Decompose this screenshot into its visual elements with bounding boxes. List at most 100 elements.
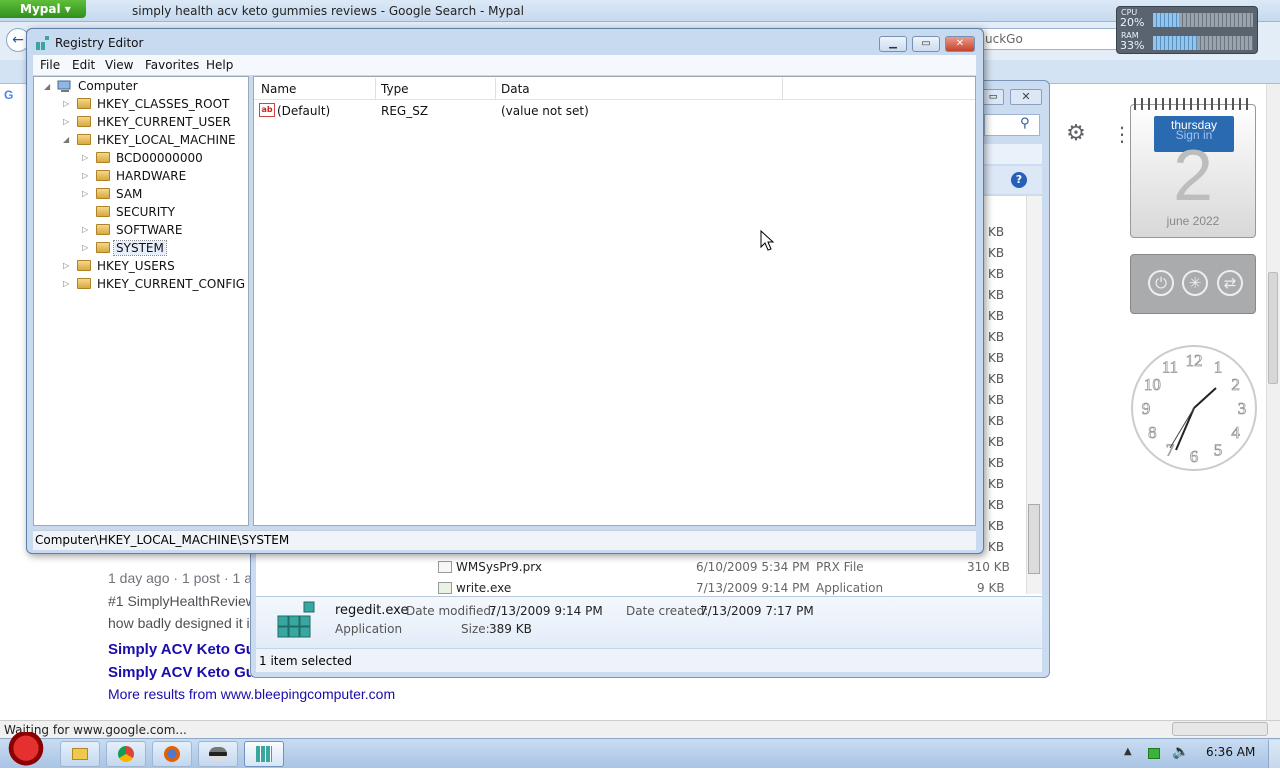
menu-favorites[interactable]: Favorites bbox=[145, 58, 199, 72]
value-name[interactable]: (Default) bbox=[277, 104, 330, 118]
details-modified-value: 7/13/2009 9:14 PM bbox=[489, 604, 603, 618]
column-separator[interactable] bbox=[782, 78, 783, 100]
expand-arrow-icon[interactable]: ▷ bbox=[82, 225, 88, 234]
analog-clock-gadget[interactable]: 12 12 3 45678 9 1011 bbox=[1130, 344, 1258, 472]
folder-icon bbox=[96, 242, 110, 253]
volume-icon[interactable]: 🔈 bbox=[1172, 744, 1189, 760]
result-sublink-2[interactable]: Simply ACV Keto Gur bbox=[108, 664, 261, 681]
file-date: 7/13/2009 9:14 PM bbox=[696, 581, 810, 595]
registry-values-pane[interactable] bbox=[253, 76, 976, 526]
tree-node-system[interactable]: SYSTEM bbox=[113, 240, 167, 256]
explorer-close-button[interactable]: ✕ bbox=[1010, 89, 1042, 105]
tree-node-bcd[interactable]: BCD00000000 bbox=[116, 151, 203, 165]
browser-status-bar: Waiting for www.google.com... bbox=[0, 720, 1280, 738]
ram-meter-empty bbox=[1197, 36, 1253, 50]
tree-node-hkcu[interactable]: HKEY_CURRENT_USER bbox=[97, 115, 231, 129]
menu-help[interactable]: Help bbox=[206, 58, 233, 72]
tree-node-hkcc[interactable]: HKEY_CURRENT_CONFIG bbox=[97, 277, 245, 291]
more-results-link[interactable]: More results from www.bleepingcomputer.c… bbox=[108, 686, 395, 702]
expand-arrow-icon[interactable]: ▷ bbox=[82, 171, 88, 180]
calendar-month: june 2022 bbox=[1166, 214, 1220, 228]
tree-node-hklm[interactable]: HKEY_LOCAL_MACHINE bbox=[97, 133, 236, 147]
power-icon[interactable]: ⏻ bbox=[1148, 270, 1174, 296]
taskbar-regedit-button[interactable] bbox=[244, 741, 284, 767]
maximize-button[interactable]: ▭ bbox=[912, 36, 940, 52]
start-button[interactable] bbox=[2, 732, 50, 768]
folder-icon bbox=[96, 170, 110, 181]
file-size-unit: KB bbox=[988, 414, 1005, 428]
file-size-unit: KB bbox=[988, 393, 1005, 407]
folder-icon bbox=[96, 188, 110, 199]
tree-node-sam[interactable]: SAM bbox=[116, 187, 142, 201]
page-scrollbar[interactable] bbox=[1266, 84, 1280, 720]
column-header-name[interactable]: Name bbox=[261, 82, 296, 96]
file-size-unit: KB bbox=[988, 540, 1005, 554]
file-name[interactable]: write.exe bbox=[456, 581, 511, 595]
tray-expand-icon[interactable]: ▲ bbox=[1124, 746, 1132, 757]
tree-node-hardware[interactable]: HARDWARE bbox=[116, 169, 186, 183]
search-bar-text: uckGo bbox=[985, 32, 1023, 46]
expand-arrow-icon[interactable]: ▷ bbox=[63, 117, 69, 126]
expand-arrow-icon[interactable]: ▷ bbox=[63, 279, 69, 288]
result-sublink-1[interactable]: Simply ACV Keto Gur bbox=[108, 641, 261, 658]
expand-arrow-icon[interactable]: ▷ bbox=[82, 243, 88, 252]
explorer-search-field[interactable] bbox=[984, 114, 1040, 136]
tree-node-computer[interactable]: Computer bbox=[78, 79, 138, 93]
back-arrow-icon: ← bbox=[12, 32, 24, 48]
folder-icon bbox=[77, 278, 91, 289]
taskbar bbox=[0, 738, 1280, 768]
taskbar-explorer-button[interactable] bbox=[60, 741, 100, 767]
file-type: Application bbox=[816, 581, 884, 595]
tree-node-label: BCD00000000 bbox=[116, 151, 203, 165]
clock-numeral: 3 bbox=[1238, 399, 1247, 418]
tree-node-software[interactable]: SOFTWARE bbox=[116, 223, 182, 237]
gear-icon[interactable]: ⚙ bbox=[1064, 122, 1088, 146]
explorer-scroll-thumb[interactable] bbox=[1028, 504, 1040, 574]
file-size-unit: KB bbox=[988, 288, 1005, 302]
switch-user-icon[interactable]: ⇄ bbox=[1217, 270, 1243, 296]
tree-node-security[interactable]: SECURITY bbox=[116, 205, 175, 219]
show-desktop-button[interactable] bbox=[1268, 740, 1280, 768]
expand-arrow-icon[interactable]: ▷ bbox=[82, 189, 88, 198]
expand-arrow-icon[interactable]: ▷ bbox=[63, 99, 69, 108]
page-scroll-thumb[interactable] bbox=[1268, 272, 1278, 384]
minimize-button[interactable]: ▁ bbox=[879, 36, 907, 52]
close-button[interactable]: ✕ bbox=[945, 36, 975, 52]
horizontal-scrollbar[interactable] bbox=[1172, 722, 1268, 736]
menu-view[interactable]: View bbox=[105, 58, 133, 72]
expand-arrow-icon[interactable]: ▷ bbox=[82, 153, 88, 162]
tree-node-hku[interactable]: HKEY_USERS bbox=[97, 259, 175, 273]
file-size-unit: KB bbox=[988, 330, 1005, 344]
tree-node-hkcr[interactable]: HKEY_CLASSES_ROOT bbox=[97, 97, 229, 111]
menu-edit[interactable]: Edit bbox=[72, 58, 95, 72]
clock-numeral: 5 bbox=[1214, 441, 1223, 460]
file-name[interactable]: WMSysPr9.prx bbox=[456, 560, 542, 574]
search-bar[interactable]: uckGo bbox=[980, 28, 1136, 50]
column-header-data[interactable]: Data bbox=[501, 82, 530, 96]
search-icon[interactable]: ⚲ bbox=[1020, 116, 1030, 131]
column-separator[interactable] bbox=[495, 78, 496, 100]
column-separator[interactable] bbox=[375, 78, 376, 100]
collapse-arrow-icon[interactable]: ◢ bbox=[63, 135, 69, 144]
tree-node-label: HKEY_USERS bbox=[97, 259, 175, 273]
taskbar-chrome-button[interactable] bbox=[106, 741, 146, 767]
cpu-meter-gadget[interactable]: CPU 20% RAM 33% bbox=[1116, 6, 1258, 54]
file-size-unit: KB bbox=[988, 498, 1005, 512]
registry-key-path: Computer\HKEY_LOCAL_MACHINE\SYSTEM bbox=[35, 533, 290, 547]
collapse-arrow-icon[interactable]: ◢ bbox=[44, 82, 50, 91]
column-header-type[interactable]: Type bbox=[381, 82, 409, 96]
taskbar-firefox-button[interactable] bbox=[152, 741, 192, 767]
tree-node-label: HKEY_CURRENT_CONFIG bbox=[97, 277, 246, 291]
expand-arrow-icon[interactable]: ▷ bbox=[63, 261, 69, 270]
string-value-icon: ab bbox=[259, 103, 275, 117]
folder-icon bbox=[77, 98, 91, 109]
file-size-unit: KB bbox=[988, 309, 1005, 323]
app-menu-button[interactable]: Mypal ▾ bbox=[0, 0, 86, 18]
explorer-maximize-button[interactable]: ▭ bbox=[982, 89, 1004, 105]
taskbar-clock[interactable]: 6:36 AM bbox=[1206, 745, 1255, 759]
sleep-icon[interactable]: ✳ bbox=[1182, 270, 1208, 296]
taskbar-mypal-button[interactable] bbox=[198, 741, 238, 767]
help-icon[interactable]: ? bbox=[1011, 172, 1027, 188]
network-icon[interactable] bbox=[1148, 748, 1160, 759]
menu-file[interactable]: File bbox=[40, 58, 60, 72]
